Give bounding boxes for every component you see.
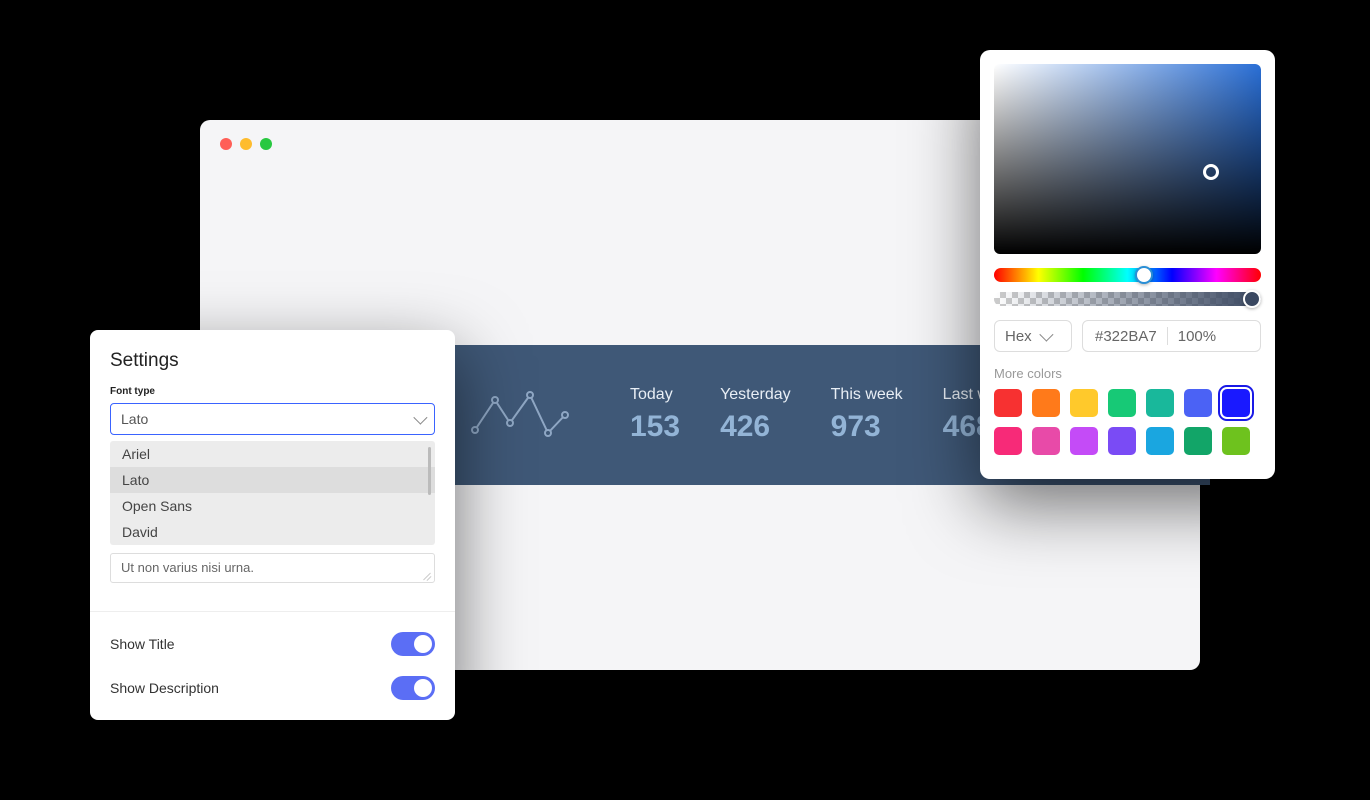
swatch[interactable] — [1032, 427, 1060, 455]
swatch[interactable] — [994, 389, 1022, 417]
alpha-slider[interactable] — [994, 292, 1261, 306]
swatch[interactable] — [1146, 427, 1174, 455]
stat-yesterday: Yesterday 426 — [720, 386, 791, 444]
font-option-lato[interactable]: Lato — [110, 467, 435, 493]
color-picker-panel: Hex #322BA7 100% More colors — [980, 50, 1275, 479]
color-input-row: Hex #322BA7 100% — [994, 320, 1261, 352]
saturation-brightness-field[interactable] — [994, 64, 1261, 254]
font-dropdown-list: Ariel Lato Open Sans David — [110, 441, 435, 545]
swatch[interactable] — [1146, 389, 1174, 417]
color-format-select[interactable]: Hex — [994, 320, 1072, 352]
hex-input[interactable]: #322BA7 100% — [1082, 320, 1261, 352]
show-description-toggle[interactable] — [391, 676, 435, 700]
show-title-label: Show Title — [110, 636, 175, 652]
sparkline-chart — [470, 385, 570, 445]
stat-label: Yesterday — [720, 386, 791, 404]
swatch[interactable] — [1032, 389, 1060, 417]
color-cursor-icon[interactable] — [1203, 164, 1219, 180]
swatch-selected[interactable] — [1222, 389, 1250, 417]
description-textarea[interactable]: Ut non varius nisi urna. — [110, 553, 435, 583]
resize-handle-icon[interactable] — [422, 570, 432, 580]
font-option-ariel[interactable]: Ariel — [110, 441, 435, 467]
opacity-value: 100% — [1178, 328, 1216, 345]
show-description-row: Show Description — [90, 666, 455, 710]
show-description-label: Show Description — [110, 680, 219, 696]
close-window-icon[interactable] — [220, 138, 232, 150]
font-selected-value: Lato — [121, 411, 148, 427]
swatch[interactable] — [1108, 389, 1136, 417]
font-type-label: Font type — [90, 382, 455, 403]
chevron-down-icon — [413, 411, 427, 425]
settings-panel: Settings Font type Lato Ariel Lato Open … — [90, 330, 455, 720]
stat-value: 153 — [630, 410, 680, 444]
swatch-row-2 — [994, 427, 1261, 455]
divider — [1167, 327, 1168, 345]
format-value: Hex — [1005, 328, 1032, 345]
stat-value: 973 — [831, 410, 903, 444]
font-option-david[interactable]: David — [110, 519, 435, 545]
stat-today: Today 153 — [630, 386, 680, 444]
swatch[interactable] — [1222, 427, 1250, 455]
maximize-window-icon[interactable] — [260, 138, 272, 150]
font-select[interactable]: Lato — [110, 403, 435, 435]
more-colors-label: More colors — [994, 366, 1261, 381]
divider — [90, 611, 455, 612]
swatch[interactable] — [1184, 389, 1212, 417]
textarea-value: Ut non varius nisi urna. — [121, 560, 254, 575]
scrollbar[interactable] — [428, 447, 431, 495]
swatch[interactable] — [1108, 427, 1136, 455]
swatch[interactable] — [1184, 427, 1212, 455]
hue-slider[interactable] — [994, 268, 1261, 282]
alpha-thumb-icon[interactable] — [1243, 290, 1261, 308]
stat-label: Today — [630, 386, 680, 404]
minimize-window-icon[interactable] — [240, 138, 252, 150]
show-title-row: Show Title — [90, 622, 455, 666]
font-option-open-sans[interactable]: Open Sans — [110, 493, 435, 519]
swatch[interactable] — [1070, 389, 1098, 417]
show-title-toggle[interactable] — [391, 632, 435, 656]
swatch-row-1 — [994, 389, 1261, 417]
stat-label: This week — [831, 386, 903, 404]
hex-value: #322BA7 — [1095, 328, 1157, 345]
settings-title: Settings — [90, 330, 455, 382]
stat-value: 426 — [720, 410, 791, 444]
swatch[interactable] — [1070, 427, 1098, 455]
hue-thumb-icon[interactable] — [1135, 266, 1153, 284]
stat-this-week: This week 973 — [831, 386, 903, 444]
chevron-down-icon — [1039, 328, 1053, 342]
swatch[interactable] — [994, 427, 1022, 455]
